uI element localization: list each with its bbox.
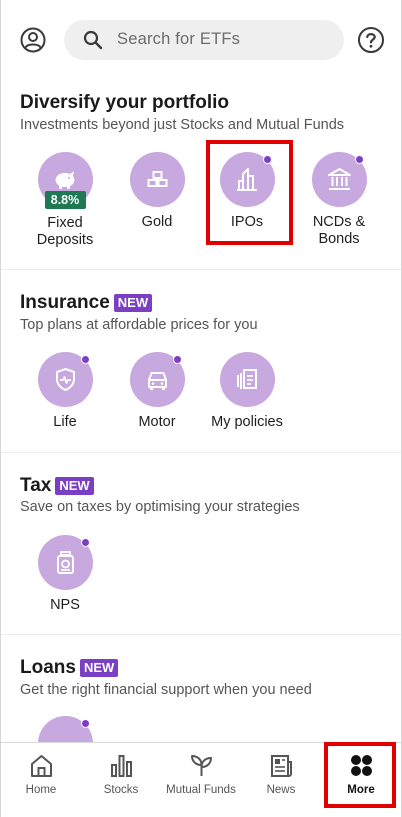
divider xyxy=(1,452,401,453)
nav-label: News xyxy=(266,784,296,796)
insurance-title: Insurance xyxy=(20,292,110,313)
nav-home[interactable]: Home xyxy=(1,743,81,817)
diversify-subtitle: Investments beyond just Stocks and Mutua… xyxy=(20,117,345,133)
more-screen: Search for ETFs Diversify your portfolio… xyxy=(0,0,402,817)
divider xyxy=(1,269,401,270)
fixed-deposits-circle: 8.8% xyxy=(37,152,93,209)
top-header: Search for ETFs xyxy=(1,14,401,64)
tile-fixed-deposits[interactable]: 8.8% Fixed Deposits xyxy=(20,152,110,249)
nav-stocks[interactable]: Stocks xyxy=(81,743,161,817)
gold-circle xyxy=(129,152,185,207)
diversify-title: Diversify your portfolio xyxy=(20,92,230,113)
tax-title: Tax xyxy=(20,475,52,496)
notification-dot xyxy=(354,155,364,164)
motor-circle xyxy=(129,352,185,407)
nav-mutual-funds[interactable]: Mutual Funds xyxy=(161,743,241,817)
nps-circle xyxy=(37,535,93,590)
car-icon xyxy=(147,372,167,390)
tile-ncds-bonds[interactable]: NCDs & Bonds xyxy=(294,152,384,248)
jar-icon xyxy=(56,551,74,574)
bank-icon xyxy=(327,168,351,190)
tile-label: Life xyxy=(53,414,77,430)
notification-dot xyxy=(172,355,182,364)
account-circle-icon[interactable] xyxy=(20,27,46,53)
tile-label: Motor xyxy=(138,414,176,430)
tile-my-policies[interactable]: My policies xyxy=(202,352,292,431)
more-highlight-box xyxy=(324,742,396,808)
section-title: Loans NEW xyxy=(20,657,119,679)
heart-shield-icon xyxy=(55,368,75,391)
loans-subtitle: Get the right financial support when you… xyxy=(20,682,312,698)
help-circle-icon[interactable] xyxy=(357,26,385,54)
tile-label: Gold xyxy=(141,214,173,230)
policies-circle xyxy=(219,352,275,407)
tile-gold[interactable]: Gold xyxy=(112,152,202,231)
home-icon xyxy=(31,755,52,777)
tile-label: NCDs & Bonds xyxy=(312,214,366,247)
tile-label: My policies xyxy=(211,414,283,430)
gold-bars-icon xyxy=(147,171,167,187)
notification-dot xyxy=(80,538,90,547)
nav-label: Mutual Funds xyxy=(166,784,236,796)
life-circle xyxy=(37,352,93,407)
tile-nps[interactable]: NPS xyxy=(20,535,110,614)
piggy-bank-icon xyxy=(55,171,74,189)
tile-label: Fixed Deposits xyxy=(36,215,94,248)
tile-motor[interactable]: Motor xyxy=(112,352,202,431)
newspaper-icon xyxy=(271,755,292,777)
search-bar[interactable]: Search for ETFs xyxy=(64,20,344,60)
nav-label: Home xyxy=(25,784,57,796)
section-title: Insurance NEW xyxy=(20,292,153,314)
section-title: Tax NEW xyxy=(20,475,94,497)
ipos-highlight-box xyxy=(206,140,293,245)
policies-icon xyxy=(236,369,257,389)
new-badge: NEW xyxy=(113,294,153,312)
tile-life[interactable]: Life xyxy=(20,352,110,431)
nav-label: Stocks xyxy=(103,784,139,796)
new-badge: NEW xyxy=(55,477,94,495)
tax-subtitle: Save on taxes by optimising your strateg… xyxy=(20,499,300,515)
search-placeholder: Search for ETFs xyxy=(117,30,241,48)
notification-dot xyxy=(80,355,90,364)
divider xyxy=(1,634,401,635)
tile-label: NPS xyxy=(50,597,80,613)
sprout-icon xyxy=(191,755,212,776)
ncds-circle xyxy=(311,152,367,207)
insurance-subtitle: Top plans at affordable prices for you xyxy=(20,317,258,333)
bar-chart-icon xyxy=(111,755,132,777)
notification-dot xyxy=(80,719,90,728)
section-title: Diversify your portfolio xyxy=(20,92,229,114)
loans-title: Loans xyxy=(20,657,76,678)
new-badge: NEW xyxy=(79,659,119,677)
nav-news[interactable]: News xyxy=(241,743,321,817)
search-icon xyxy=(83,30,103,50)
rate-badge: 8.8% xyxy=(44,191,86,209)
